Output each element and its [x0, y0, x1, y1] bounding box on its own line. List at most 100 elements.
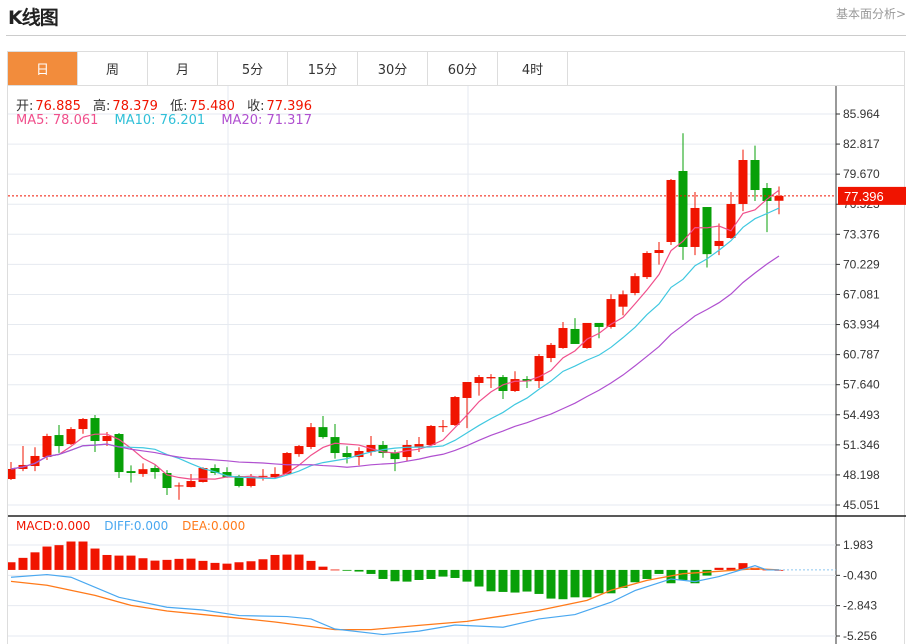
- price-tick-label: 48.198: [843, 468, 880, 482]
- macd-bar: [618, 569, 628, 588]
- tab-60min[interactable]: 60分: [428, 52, 498, 85]
- macd-bar: [246, 561, 256, 570]
- macd-bar: [330, 569, 340, 571]
- macd-bar: [450, 569, 460, 578]
- price-tick-label: 57.640: [843, 378, 880, 392]
- macd-bar: [414, 569, 424, 580]
- macd-bar: [114, 555, 124, 570]
- macd-bar: [318, 566, 328, 570]
- candle-up: [294, 446, 304, 455]
- macd-bar: [654, 569, 664, 574]
- current-price-label: 77.396: [844, 189, 884, 204]
- macd-tick-label: -2.843: [843, 599, 877, 613]
- ma10-value: MA10: 76.201: [114, 113, 206, 128]
- macd-bar: [138, 558, 148, 570]
- candle-down: [702, 207, 712, 255]
- page-title: K线图: [8, 7, 59, 29]
- candle-up: [258, 475, 268, 477]
- macd-bar: [294, 554, 304, 570]
- high-label: 高:: [93, 99, 111, 114]
- candle-down: [342, 453, 352, 458]
- macd-bar: [282, 554, 292, 570]
- macd-bar: [534, 569, 544, 594]
- price-tick-label: 45.051: [843, 498, 880, 512]
- macd-bar: [342, 569, 352, 571]
- candle-up: [462, 382, 472, 398]
- macd-bar: [30, 552, 40, 570]
- macd-value: MACD:0.000: [16, 519, 91, 533]
- close-label: 收:: [247, 99, 265, 114]
- price-tick-label: 60.787: [843, 348, 880, 362]
- macd-bar: [8, 562, 16, 570]
- tab-5min[interactable]: 5分: [218, 52, 288, 85]
- kline-chart[interactable]: 85.96482.81779.67076.52373.37670.22967.0…: [7, 86, 906, 644]
- price-tick-label: 82.817: [843, 137, 880, 151]
- macd-bar: [402, 569, 412, 582]
- macd-bar: [462, 569, 472, 582]
- candle-up: [726, 203, 736, 238]
- price-tick-label: 73.376: [843, 227, 880, 241]
- price-tick-label: 79.670: [843, 167, 880, 181]
- tab-15min[interactable]: 15分: [288, 52, 358, 85]
- tab-4hour[interactable]: 4时: [498, 52, 568, 85]
- macd-bar: [558, 569, 568, 600]
- ma5-line: [10, 189, 780, 480]
- candle-up: [450, 397, 460, 426]
- low-label: 低:: [170, 99, 188, 114]
- macd-bar: [258, 559, 268, 570]
- macd-legend: MACD:0.000 DIFF:0.000 DEA:0.000: [16, 519, 247, 533]
- tab-day[interactable]: 日: [8, 52, 78, 85]
- candle-up: [438, 426, 448, 428]
- price-tick-label: 85.964: [843, 107, 880, 121]
- macd-bar: [78, 541, 88, 570]
- macd-bar: [570, 569, 580, 598]
- ohlc-legend: 开: 76.885 高: 78.379 低: 75.480 收: 77.396: [16, 95, 314, 114]
- open-label: 开:: [16, 99, 34, 114]
- macd-bar: [426, 569, 436, 579]
- candle-up: [306, 427, 316, 447]
- macd-bar: [378, 569, 388, 579]
- candle-up: [618, 294, 628, 307]
- candle-up: [714, 240, 724, 247]
- candle-down: [126, 471, 136, 473]
- candle-up: [138, 469, 148, 474]
- macd-bar: [234, 562, 244, 570]
- macd-bar: [522, 569, 532, 592]
- ma20-value: MA20: 71.317: [221, 113, 312, 128]
- period-tabs: 日 周 月 5分 15分 30分 60分 4时: [7, 51, 905, 86]
- tab-week[interactable]: 周: [78, 52, 148, 85]
- price-tick-label: 63.934: [843, 318, 880, 332]
- ma-legend: MA5: 78.061 MA10: 76.201 MA20: 71.317: [16, 113, 314, 128]
- open-value: 76.885: [35, 99, 81, 114]
- candle-up: [738, 160, 748, 204]
- candle-up: [654, 250, 664, 253]
- diff-value: DIFF:0.000: [104, 519, 169, 533]
- macd-bar: [366, 569, 376, 574]
- chart-canvas[interactable]: 85.96482.81779.67076.52373.37670.22967.0…: [8, 86, 906, 644]
- macd-tick-label: 1.983: [843, 538, 873, 552]
- fundamental-analysis-link[interactable]: 基本面分析>: [836, 5, 906, 22]
- price-tick-label: 70.229: [843, 257, 880, 271]
- candle-up: [630, 276, 640, 294]
- candle-down: [330, 437, 340, 454]
- macd-bar: [150, 560, 160, 570]
- macd-bar: [678, 569, 688, 580]
- macd-bar: [354, 569, 364, 572]
- macd-bar: [18, 557, 28, 570]
- candle-up: [66, 429, 76, 445]
- low-value: 75.480: [189, 99, 235, 114]
- candle-down: [150, 468, 160, 473]
- candle-down: [318, 427, 328, 438]
- tab-30min[interactable]: 30分: [358, 52, 428, 85]
- candle-up: [426, 425, 436, 445]
- candle-up: [558, 328, 568, 348]
- candle-down: [678, 170, 688, 247]
- macd-bar: [186, 558, 196, 570]
- price-tick-label: 54.493: [843, 408, 880, 422]
- macd-bar: [90, 548, 100, 570]
- tab-month[interactable]: 月: [148, 52, 218, 85]
- macd-bar: [390, 569, 400, 582]
- candle-up: [8, 468, 16, 480]
- macd-bar: [174, 558, 184, 570]
- candle-up: [198, 468, 208, 482]
